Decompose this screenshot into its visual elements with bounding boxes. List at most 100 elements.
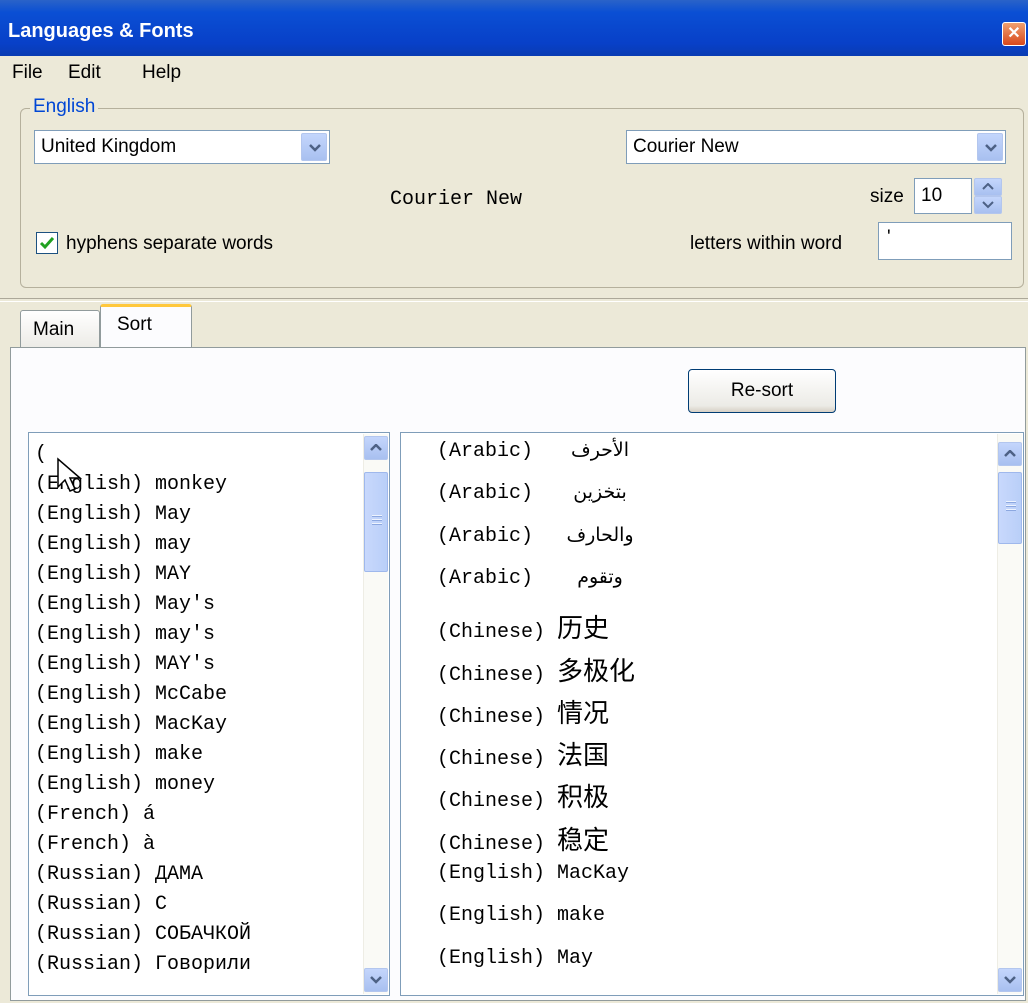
resort-button[interactable]: Re-sort: [688, 369, 836, 413]
size-input[interactable]: 10: [914, 178, 972, 214]
title-bar[interactable]: Languages & Fonts ✕: [0, 0, 1028, 62]
letters-within-word-input[interactable]: ': [878, 222, 1012, 260]
list-item-language: (Arabic): [437, 482, 534, 506]
list-item-word: 历史: [557, 614, 610, 645]
grip-line: [372, 515, 382, 517]
grip-line: [1006, 505, 1016, 507]
list-item[interactable]: (English) MAY: [35, 563, 191, 586]
list-item[interactable]: (English) make: [35, 743, 203, 766]
list-item-language: (Arabic): [437, 440, 534, 463]
list-item[interactable]: (Chinese) 积极: [437, 777, 609, 814]
tab-sort-label: Sort: [117, 314, 152, 335]
grip-line: [372, 523, 382, 525]
chevron-down-icon: [985, 144, 997, 152]
chevron-down-icon: [982, 201, 994, 209]
list-item-word: make: [557, 904, 606, 928]
list-item[interactable]: (Chinese) 情况: [437, 693, 609, 730]
list-item[interactable]: (English) McCabe: [35, 683, 227, 706]
list-item[interactable]: (English) May: [35, 503, 191, 526]
left-scroll-thumb[interactable]: [364, 472, 388, 572]
region-dropdown-button[interactable]: [301, 133, 327, 161]
region-select[interactable]: United Kingdom: [34, 130, 330, 164]
mouse-cursor-icon: [57, 457, 83, 492]
list-item-language: (Chinese): [437, 832, 546, 856]
hyphens-checkbox[interactable]: [36, 232, 58, 254]
list-item[interactable]: (English) MAY's: [35, 653, 215, 676]
list-item[interactable]: (French) á: [35, 803, 155, 826]
resort-button-label: Re-sort: [730, 380, 794, 401]
list-item[interactable]: (English) MacKay: [35, 713, 227, 736]
close-button[interactable]: ✕: [1002, 22, 1026, 46]
window-title: Languages & Fonts: [8, 20, 194, 42]
list-item[interactable]: (French) à: [35, 833, 155, 856]
size-label: size: [870, 186, 904, 207]
left-sort-list[interactable]: ((English) monkey (English) May (English) …: [28, 432, 390, 996]
size-up-button[interactable]: [974, 178, 1002, 196]
list-item-language: (Chinese): [437, 705, 546, 729]
list-item[interactable]: (Chinese) 稳定: [437, 820, 609, 857]
list-item[interactable]: (Chinese) 法国: [437, 735, 609, 772]
list-item-word: وتقوم: [577, 565, 623, 588]
right-scroll-up-button[interactable]: [998, 442, 1022, 466]
list-item[interactable]: (Chinese) 多极化: [437, 651, 635, 688]
list-item-word: 多极化: [557, 656, 636, 687]
letters-within-word-label: letters within word: [690, 233, 843, 254]
list-item[interactable]: (English) May: [437, 947, 593, 970]
list-item[interactable]: (Russian) С: [35, 893, 167, 916]
menu-bar: File Edit Help: [0, 56, 1028, 90]
list-item[interactable]: (Russian) ДАМА: [35, 863, 203, 886]
list-item-language: (Chinese): [437, 748, 546, 772]
list-item[interactable]: (Russian) СОБАЧКОЙ: [35, 923, 251, 946]
list-item[interactable]: (Russian) Говорили: [35, 953, 251, 976]
size-value: 10: [921, 185, 943, 206]
list-item-language: (English): [437, 946, 546, 970]
list-item-word: الأحرف: [571, 439, 630, 461]
right-sort-list[interactable]: (Arabic) الأحرف (Arabic) بتخزين (Arabic) و…: [400, 432, 1024, 996]
grip-line: [1006, 501, 1016, 503]
list-item-word: والحارف: [566, 523, 634, 546]
chevron-down-icon: [1004, 976, 1016, 984]
right-scroll-down-button[interactable]: [998, 968, 1022, 992]
list-item[interactable]: (English) make: [437, 904, 605, 927]
list-item-language: (English): [437, 862, 546, 885]
tab-main-label: Main: [33, 319, 75, 340]
menu-edit[interactable]: Edit: [68, 62, 101, 84]
separator: [0, 298, 1028, 302]
list-item[interactable]: (English) MacKay: [437, 862, 629, 885]
chevron-down-icon: [309, 144, 321, 152]
list-item-word: 法国: [557, 741, 610, 772]
left-list-scrollbar[interactable]: [363, 434, 388, 994]
font-dropdown-button[interactable]: [977, 133, 1003, 161]
list-item[interactable]: (English) may's: [35, 623, 215, 646]
list-item-language: (Arabic): [437, 524, 534, 548]
list-item-language: (Chinese): [437, 621, 546, 645]
size-down-button[interactable]: [974, 196, 1002, 214]
list-item-language: (Chinese): [437, 663, 546, 687]
list-item-language: (English): [437, 904, 546, 928]
list-item[interactable]: (English) May's: [35, 593, 215, 616]
list-item[interactable]: (Arabic) الأحرف: [437, 439, 655, 463]
right-scroll-thumb[interactable]: [998, 472, 1022, 544]
list-item[interactable]: (: [35, 443, 47, 466]
list-item[interactable]: (Arabic) والحارف: [437, 524, 655, 548]
left-scroll-down-button[interactable]: [364, 968, 388, 992]
letters-within-word-value: ': [887, 227, 891, 248]
tab-sort[interactable]: Sort: [100, 304, 192, 349]
tab-main[interactable]: Main: [20, 310, 100, 348]
menu-file[interactable]: File: [12, 62, 43, 84]
font-select[interactable]: Courier New: [626, 130, 1006, 164]
right-list-scrollbar[interactable]: [997, 434, 1022, 994]
list-item[interactable]: (Arabic) وتقوم: [437, 566, 655, 590]
list-item[interactable]: (English) may: [35, 533, 191, 556]
menu-help[interactable]: Help: [142, 62, 181, 84]
checkmark-icon: [39, 237, 55, 250]
hyphens-label[interactable]: hyphens separate words: [66, 233, 273, 255]
list-item[interactable]: (English) money: [35, 773, 215, 796]
grip-line: [1006, 509, 1016, 511]
list-item-word: بتخزين: [573, 481, 627, 504]
chevron-down-icon: [370, 976, 382, 984]
left-scroll-up-button[interactable]: [364, 436, 388, 460]
list-item[interactable]: (Arabic) بتخزين: [437, 481, 655, 505]
list-item[interactable]: (Chinese) 历史: [437, 608, 609, 645]
list-item-language: (Arabic): [437, 566, 534, 590]
